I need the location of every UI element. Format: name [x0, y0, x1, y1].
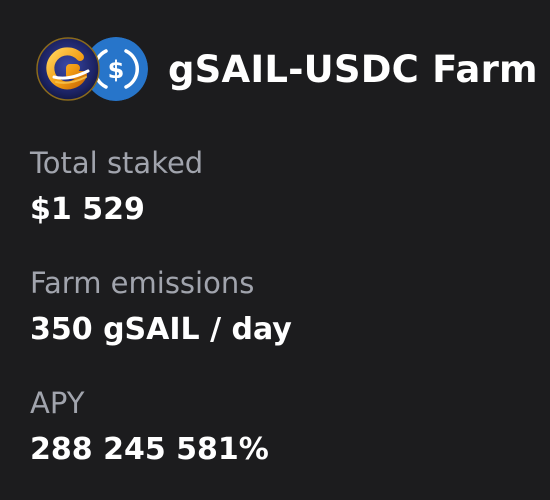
farm-title: gSAIL-USDC Farm [168, 47, 538, 91]
svg-text:$: $ [108, 56, 125, 84]
farm-emissions-value: 350 gSAIL / day [30, 312, 292, 347]
apy-stat: APY 288 245 581% [30, 380, 530, 474]
farm-stats: Total staked $1 529 Farm emissions 350 g… [30, 140, 530, 500]
farm-header: $ gSAIL-USDC Farm [36, 34, 538, 104]
farm-emissions-label: Farm emissions [30, 266, 255, 300]
total-staked-label: Total staked [30, 146, 204, 180]
total-staked-stat: Total staked $1 529 [30, 140, 530, 234]
farm-emissions-stat: Farm emissions 350 gSAIL / day [30, 260, 530, 354]
token-pair-icons: $ [36, 35, 148, 103]
farm-card: $ gSAIL-USDC Farm Total staked $1 529 Fa… [0, 0, 550, 490]
apy-label: APY [30, 386, 85, 420]
apy-value: 288 245 581% [30, 432, 269, 467]
gsail-token-icon [36, 37, 100, 101]
total-staked-value: $1 529 [30, 192, 145, 227]
